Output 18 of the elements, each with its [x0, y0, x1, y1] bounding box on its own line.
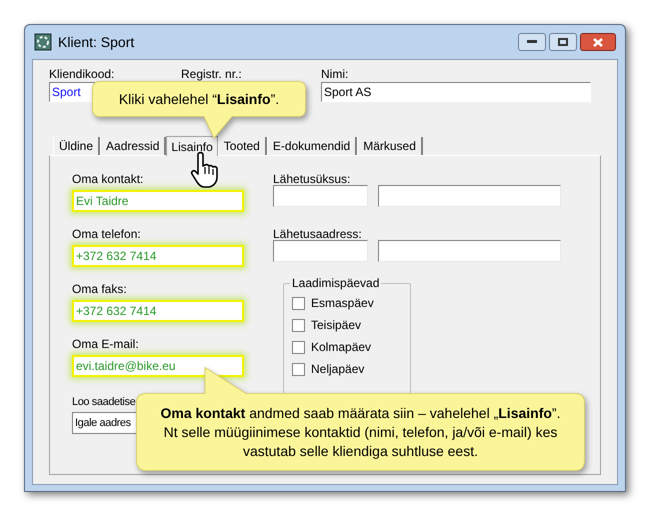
field-label: Lähetusüksus: [273, 172, 350, 186]
window-title: Klient: Sport [58, 32, 134, 52]
group-title: Laadimispäevad [290, 276, 382, 290]
field-label: Oma telefon: [72, 227, 142, 241]
field-label: Lähetusaadress: [273, 227, 362, 241]
field-label: Loo saadetise [72, 395, 136, 409]
field-label: Oma E-mail: [72, 337, 140, 351]
field-label: Registr. nr.: [181, 68, 242, 82]
checkbox-label: Kolmapäev [311, 340, 372, 354]
checkbox-label: Neljapäev [311, 362, 364, 376]
callout-text: Oma kontakt andmed saab määrata siin – vahelehel „Lisainfo”. Nt selle müügiinimese kontaktid (nimi, telefon, ja/või e-mail) kes vastutab selle kliendiga suhtluse eest. [160, 404, 562, 460]
field-label: Kliendikood: [49, 68, 114, 82]
field-label: Oma faks: [72, 282, 128, 296]
checkbox-label: Esmaspäev [311, 296, 374, 310]
field-label: Nimi: [321, 68, 348, 82]
callout-text: Kliki vahelehel “Lisainfo”. [118, 90, 280, 108]
checkbox-label: Teisipäev [311, 318, 362, 332]
field-label: Oma kontakt: [72, 172, 144, 186]
